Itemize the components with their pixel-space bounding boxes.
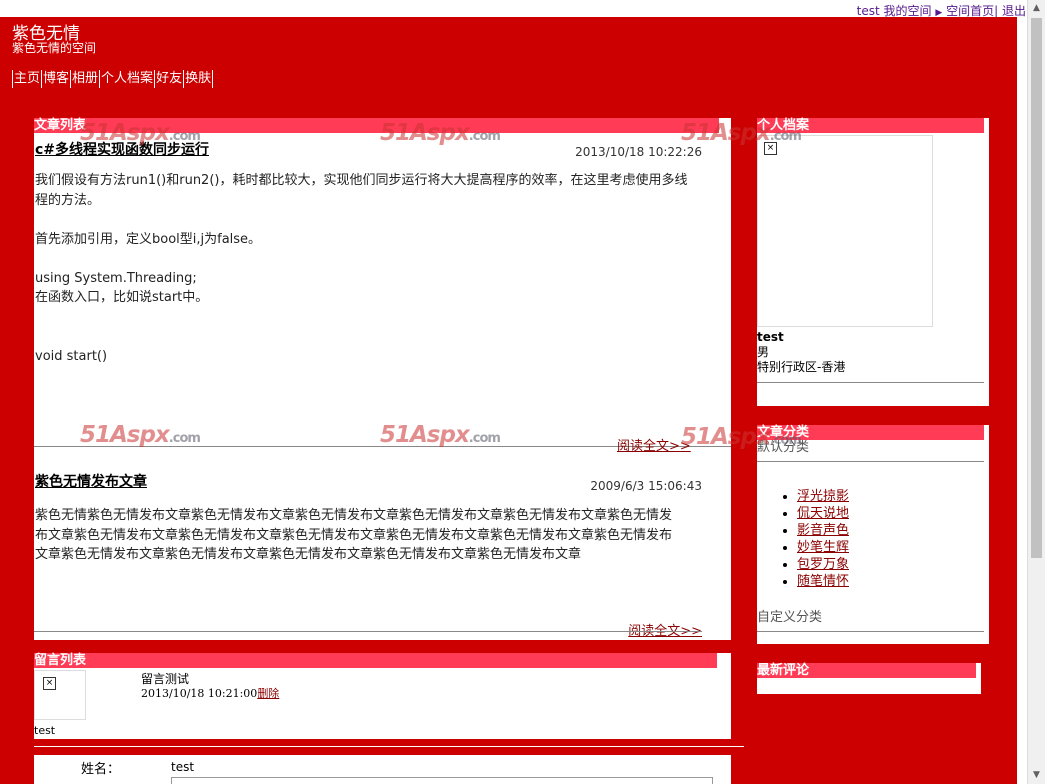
article-divider: [34, 631, 702, 632]
profile-gender: 男: [757, 345, 770, 359]
article-date: 2009/6/3 15:06:43: [590, 479, 702, 493]
message-divider: [34, 746, 744, 747]
vertical-scrollbar[interactable]: ▲ ▼: [1027, 0, 1045, 784]
watermark-logo: 51Aspx.com: [80, 422, 201, 448]
category-link[interactable]: 妙笔生辉: [797, 540, 849, 555]
list-item: 随笔情怀: [797, 573, 989, 590]
article-body: 紫色无情紫色无情发布文章紫色无情发布文章紫色无情发布文章紫色无情发布文章紫色无情…: [35, 508, 673, 562]
watermark-logo: 51Aspx.com: [681, 120, 802, 146]
name-value: test: [171, 760, 195, 774]
profile-panel: 个人档案 × test 男 特别行政区-香港 51Aspx.com: [681, 118, 989, 406]
article-item: c#多线程实现函数同步运行 2013/10/18 10:22:26 我们假设有方…: [34, 133, 731, 454]
article-title[interactable]: 紫色无情发布文章: [35, 471, 147, 491]
name-label: 姓名：: [81, 762, 121, 777]
category-list: 浮光掠影 侃天说地 影音声色 妙笔生辉 包罗万象 随笔情怀: [757, 488, 989, 590]
category-link[interactable]: 浮光掠影: [797, 489, 849, 504]
message-list-panel: 留言列表 × test 留言测试 2013/10/18 10:21:00删除: [34, 653, 731, 739]
article-list-panel: 文章列表 c#多线程实现函数同步运行 2013/10/18 10:22:26 我…: [34, 118, 731, 640]
delete-message-link[interactable]: 删除: [257, 687, 279, 700]
read-more-link[interactable]: 阅读全文>>: [628, 620, 702, 639]
list-item: 妙笔生辉: [797, 539, 989, 556]
category-link[interactable]: 侃天说地: [797, 506, 849, 521]
list-item: 包罗万象: [797, 556, 989, 573]
category-link[interactable]: 随笔情怀: [797, 574, 849, 589]
site-subtitle: 紫色无情的空间: [12, 41, 97, 55]
article-item: 紫色无情发布文章 2009/6/3 15:06:43 紫色无情紫色无情发布文章紫…: [34, 447, 731, 639]
watermark-logo: 51Aspx.com: [380, 120, 501, 146]
message-avatar: ×: [34, 670, 86, 720]
content-textarea[interactable]: [171, 777, 713, 784]
message-user: test: [34, 724, 56, 737]
my-space-link[interactable]: 我的空间: [884, 4, 932, 18]
message-time: 2013/10/18 10:21:00: [141, 687, 258, 700]
space-home-link[interactable]: 空间首页: [946, 4, 994, 18]
nav-skin[interactable]: 换肤: [184, 70, 214, 88]
nav-home[interactable]: 主页: [12, 70, 43, 88]
scroll-up-icon[interactable]: ▲: [1028, 0, 1045, 17]
article-body: 我们假设有方法run1()和run2()，耗时都比较大，实现他们同步运行将大大提…: [35, 173, 688, 364]
category-link[interactable]: 包罗万象: [797, 557, 849, 572]
category-divider: [757, 631, 984, 632]
watermark-logo: 51Aspx.com: [681, 424, 802, 450]
custom-category-label: 自定义分类: [757, 610, 823, 625]
main-nav: 主页 博客 相册 个人档案 好友 换肤: [12, 70, 214, 88]
article-date: 2013/10/18 10:22:26: [575, 145, 702, 159]
nav-profile[interactable]: 个人档案: [100, 70, 156, 88]
profile-divider: [757, 382, 984, 383]
nav-album[interactable]: 相册: [71, 70, 101, 88]
nav-blog[interactable]: 博客: [42, 70, 72, 88]
current-user: test: [856, 4, 880, 18]
profile-name: test: [757, 330, 784, 344]
category-divider: [757, 461, 984, 462]
latest-comments-panel: 最新评论: [757, 663, 981, 694]
message-list-heading: 留言列表: [34, 653, 717, 668]
scroll-down-icon[interactable]: ▼: [1028, 767, 1045, 784]
category-link[interactable]: 影音声色: [797, 523, 849, 538]
watermark-logo: 51Aspx.com: [80, 120, 201, 146]
broken-image-icon: ×: [43, 677, 56, 690]
page-background: 紫色无情 紫色无情的空间 主页 博客 相册 个人档案 好友 换肤 文章列表 c#…: [0, 17, 1017, 784]
scroll-thumb[interactable]: [1031, 18, 1042, 558]
watermark-logo: 51Aspx.com: [380, 422, 501, 448]
list-item: 侃天说地: [797, 505, 989, 522]
logout-link[interactable]: 退出: [1002, 4, 1026, 18]
nav-friends[interactable]: 好友: [155, 70, 185, 88]
category-panel: 文章分类 默认分类 浮光掠影 侃天说地 影音声色 妙笔生辉 包罗万象 随笔情怀 …: [681, 424, 989, 644]
list-item: 浮光掠影: [797, 488, 989, 505]
list-item: 影音声色: [797, 522, 989, 539]
browser-viewport: test 我的空间 ▶ 空间首页| 退出 紫色无情 紫色无情的空间 主页 博客 …: [0, 0, 1028, 784]
avatar: ×: [757, 135, 933, 327]
message-form: 姓名： test: [34, 755, 731, 784]
profile-location: 特别行政区-香港: [757, 360, 846, 374]
latest-comments-heading: 最新评论: [757, 663, 976, 678]
